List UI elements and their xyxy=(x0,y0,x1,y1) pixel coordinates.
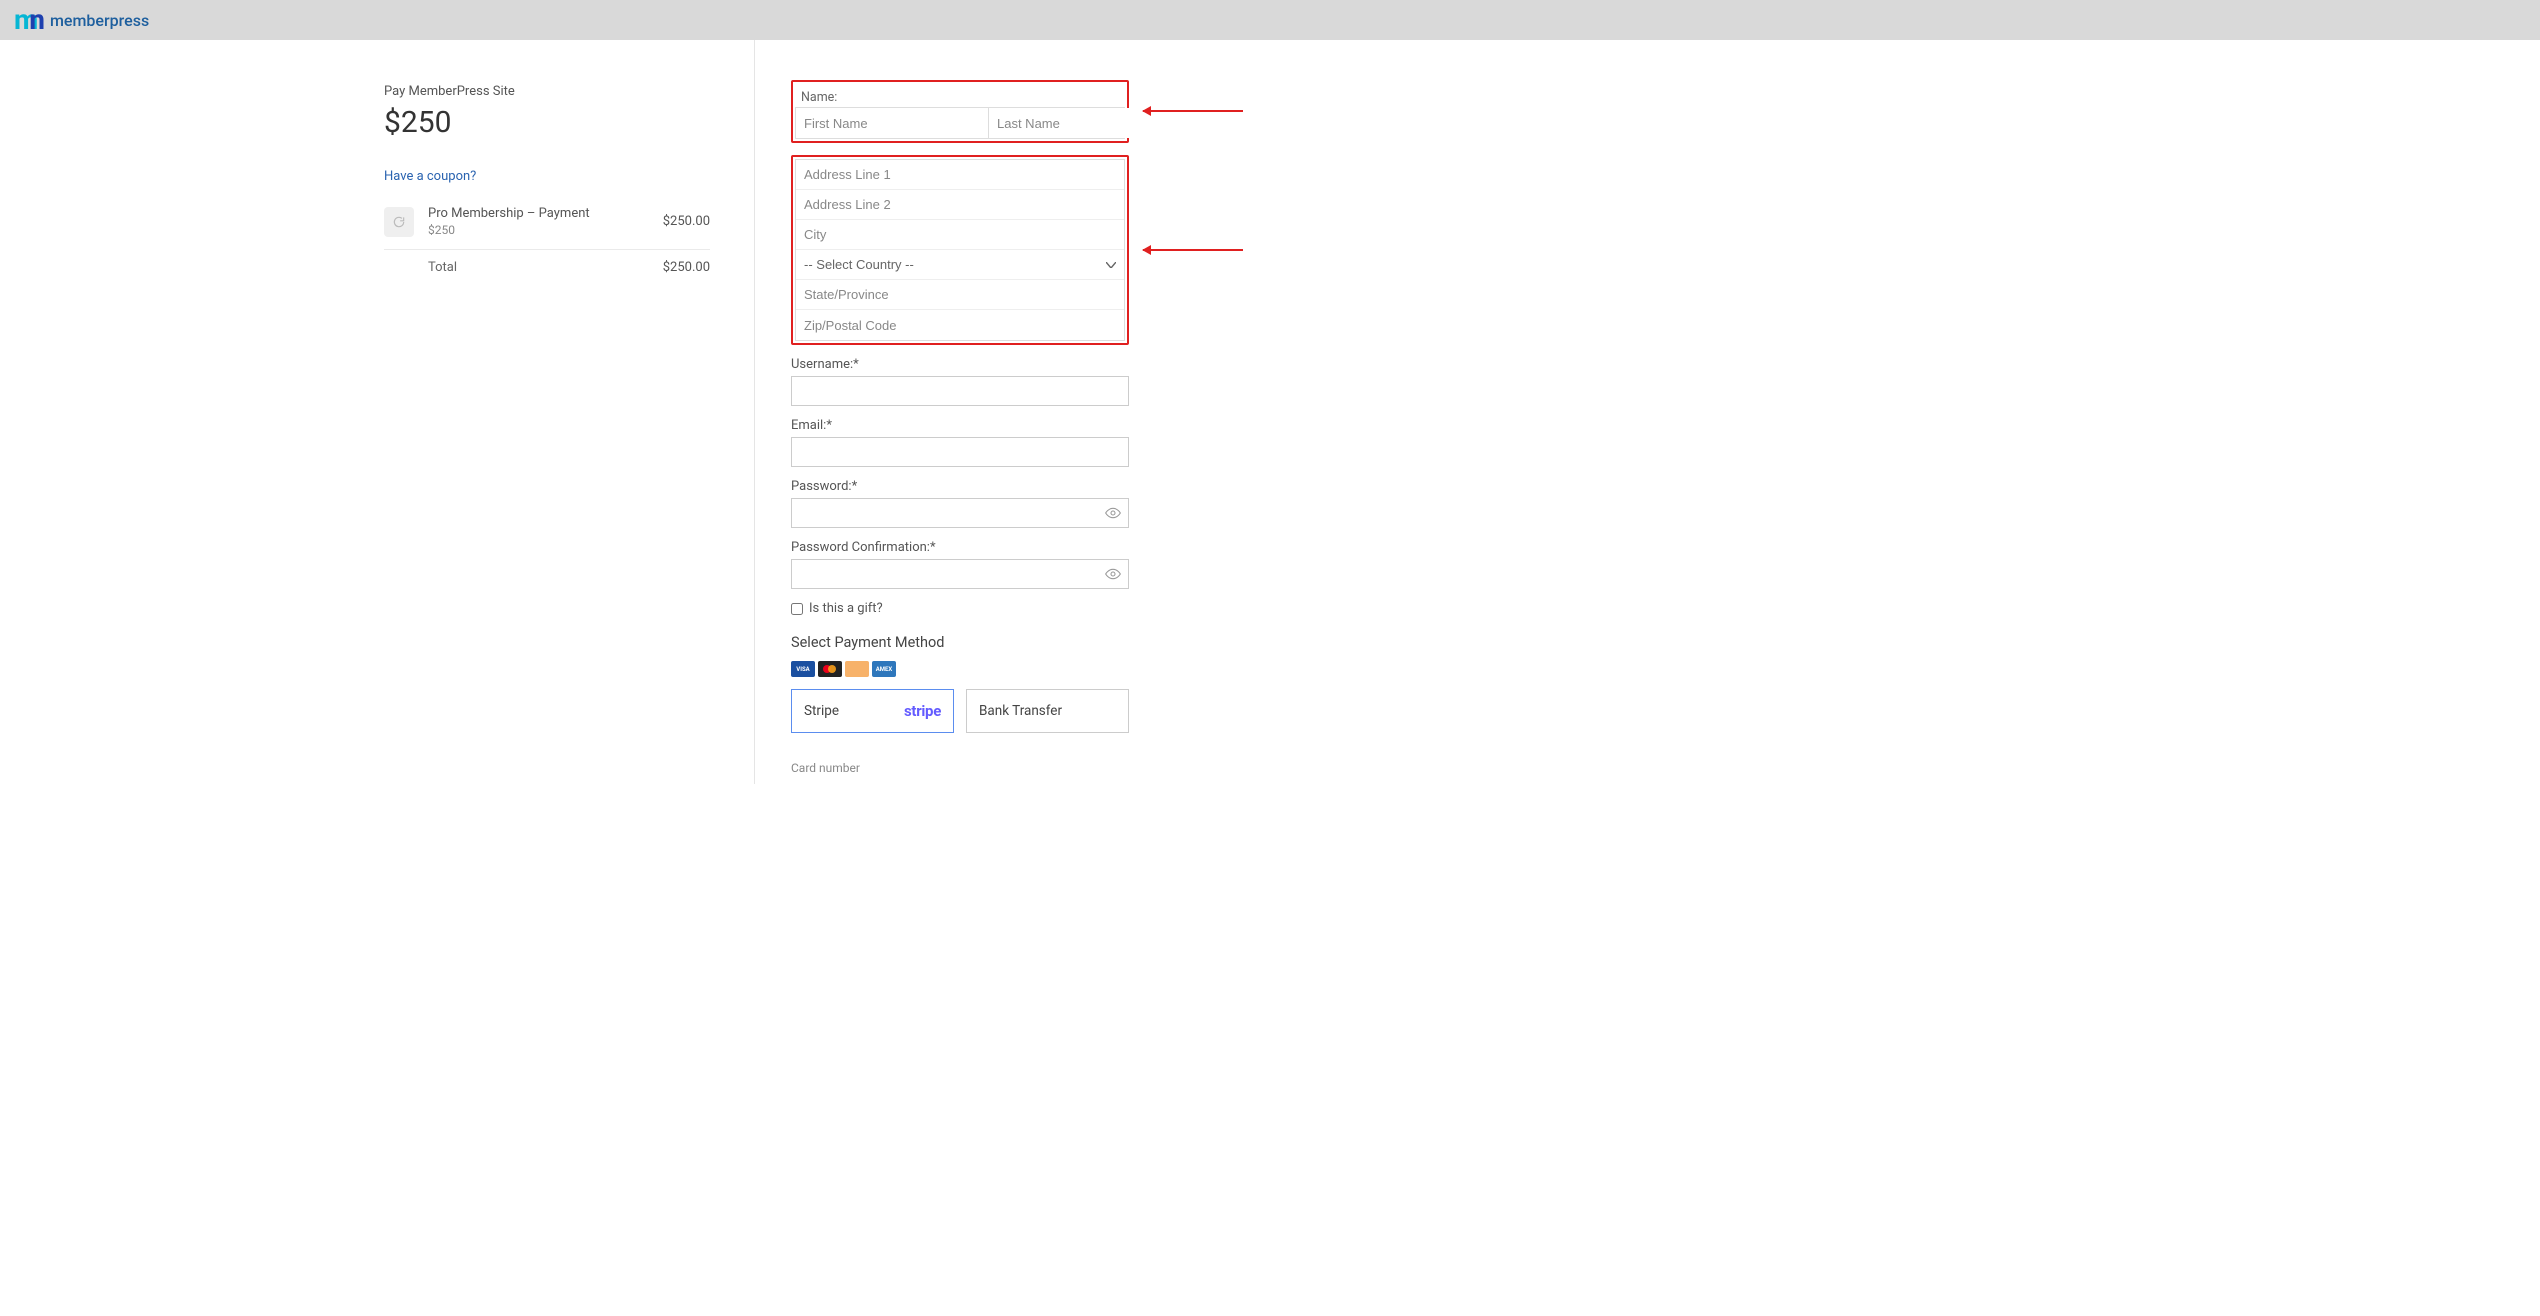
brand-text: memberpress xyxy=(50,11,149,30)
name-label: Name: xyxy=(801,90,1125,105)
amex-icon: AMEX xyxy=(872,661,896,677)
eye-icon[interactable] xyxy=(1105,505,1121,525)
annotation-arrow-icon xyxy=(1143,110,1243,112)
bank-option-label: Bank Transfer xyxy=(979,703,1062,719)
item-name: Pro Membership – Payment xyxy=(428,206,663,221)
email-label: Email:* xyxy=(791,418,1129,433)
last-name-input[interactable] xyxy=(989,108,1181,138)
annotation-arrow-icon xyxy=(1143,249,1243,251)
visa-icon: VISA xyxy=(791,661,815,677)
state-input[interactable] xyxy=(796,280,1124,310)
password-label: Password:* xyxy=(791,479,1129,494)
address-line2-input[interactable] xyxy=(796,190,1124,220)
mastercard-icon xyxy=(818,661,842,677)
checkout-form: Name: -- Select Country -- xyxy=(755,40,1514,784)
coupon-link[interactable]: Have a coupon? xyxy=(384,169,476,184)
first-name-input[interactable] xyxy=(796,108,989,138)
country-select[interactable]: -- Select Country -- xyxy=(796,250,1124,280)
total-row: Total $250.00 xyxy=(384,250,710,275)
name-section-highlight: Name: xyxy=(791,80,1129,143)
password-input[interactable] xyxy=(791,498,1129,528)
payment-method-heading: Select Payment Method xyxy=(791,634,1129,651)
password-confirmation-label: Password Confirmation:* xyxy=(791,540,1129,555)
gift-checkbox[interactable] xyxy=(791,603,803,615)
total-value: $250.00 xyxy=(663,260,710,275)
gift-label: Is this a gift? xyxy=(809,601,883,616)
address-line1-input[interactable] xyxy=(796,160,1124,190)
logo-mark-icon: mn xyxy=(14,6,42,34)
payment-option-bank[interactable]: Bank Transfer xyxy=(966,689,1129,733)
stripe-logo-icon: stripe xyxy=(904,702,941,720)
zip-input[interactable] xyxy=(796,310,1124,340)
address-section-highlight: -- Select Country -- xyxy=(791,155,1129,345)
email-input[interactable] xyxy=(791,437,1129,467)
order-summary: Pay MemberPress Site $250 Have a coupon?… xyxy=(0,40,755,784)
item-price: $250.00 xyxy=(663,214,710,229)
payment-option-stripe[interactable]: Stripe stripe xyxy=(791,689,954,733)
gift-row: Is this a gift? xyxy=(791,601,1129,616)
eye-icon[interactable] xyxy=(1105,566,1121,586)
discover-icon xyxy=(845,661,869,677)
total-label: Total xyxy=(428,260,663,275)
username-label: Username:* xyxy=(791,357,1129,372)
item-sub-price: $250 xyxy=(428,223,663,237)
topbar: mn memberpress xyxy=(0,0,2540,40)
line-item: Pro Membership – Payment $250 $250.00 xyxy=(384,198,710,250)
product-icon xyxy=(384,207,414,237)
brand-logo[interactable]: mn memberpress xyxy=(14,6,149,34)
order-amount: $250 xyxy=(384,105,710,140)
stripe-option-label: Stripe xyxy=(804,703,839,719)
card-number-label: Card number xyxy=(791,761,1129,775)
username-input[interactable] xyxy=(791,376,1129,406)
password-confirmation-input[interactable] xyxy=(791,559,1129,589)
pay-recipient: Pay MemberPress Site xyxy=(384,84,710,99)
card-badges: VISA AMEX xyxy=(791,661,1129,677)
city-input[interactable] xyxy=(796,220,1124,250)
